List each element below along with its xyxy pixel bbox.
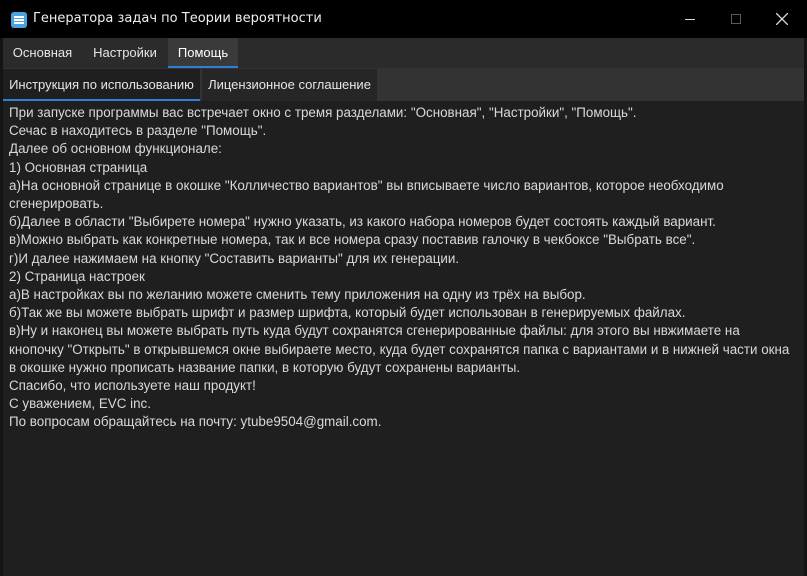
tab-main[interactable]: Основная <box>3 38 82 68</box>
instruction-line: а)В настройках вы по желанию можете смен… <box>9 287 586 303</box>
tab-settings[interactable]: Настройки <box>82 38 168 68</box>
instruction-line: 1) Основная страница <box>9 159 148 175</box>
instruction-line: б)Так же вы можете выбрать шрифт и разме… <box>9 305 686 321</box>
app-window: Генератора задач по Теории вероятности О… <box>0 0 807 576</box>
instruction-line: а)На основной странице в окошке "Колличе… <box>9 177 728 212</box>
title-bar[interactable]: Генератора задач по Теории вероятности <box>0 0 807 38</box>
instruction-line: 2) Страница настроек <box>9 268 145 284</box>
instruction-line: в)Можно выбрать как конкретные номера, т… <box>9 232 696 248</box>
tab-usage-instructions[interactable]: Инструкция по использованию <box>3 69 200 101</box>
instruction-line: Спасибо, что используете наш продукт! <box>9 378 256 394</box>
app-list-icon <box>11 12 27 28</box>
instruction-line: Далее об основном функционале: <box>9 141 222 157</box>
instruction-line: При запуске программы вас встречает окно… <box>9 105 637 120</box>
maximize-icon <box>731 14 741 24</box>
instruction-line: Сечас в находитесь в разделе "Помощь". <box>9 123 267 139</box>
help-content-panel: При запуске программы вас встречает окно… <box>3 101 804 576</box>
close-icon <box>776 13 788 25</box>
instruction-line: б)Далее в области "Выбирете номера" нужн… <box>9 214 716 230</box>
main-tab-bar: Основная Настройки Помощь <box>3 38 804 68</box>
close-button[interactable] <box>759 0 805 38</box>
tab-help[interactable]: Помощь <box>168 38 238 68</box>
tab-license-agreement[interactable]: Лицензионное соглашение <box>202 69 377 101</box>
tab-usage-instructions-label: Инструкция по использованию <box>9 77 194 92</box>
window-title: Генератора задач по Теории вероятности <box>33 11 322 26</box>
help-sub-tab-bar: Инструкция по использованию Лицензионное… <box>3 68 804 101</box>
maximize-button[interactable] <box>713 0 759 38</box>
instruction-line: По вопросам обращайтесь на почту: ytube9… <box>9 414 382 430</box>
instruction-line: С уважением, EVC inc. <box>9 396 151 412</box>
instruction-line: г)И далее нажимаем на кнопку "Составить … <box>9 250 460 266</box>
instruction-line: в)Ну и наконец вы можете выбрать путь ку… <box>9 323 794 375</box>
tab-help-label: Помощь <box>177 45 229 60</box>
minimize-button[interactable] <box>667 0 713 38</box>
minimize-icon <box>685 19 695 20</box>
instructions-text[interactable]: При запуске программы вас встречает окно… <box>9 104 794 432</box>
